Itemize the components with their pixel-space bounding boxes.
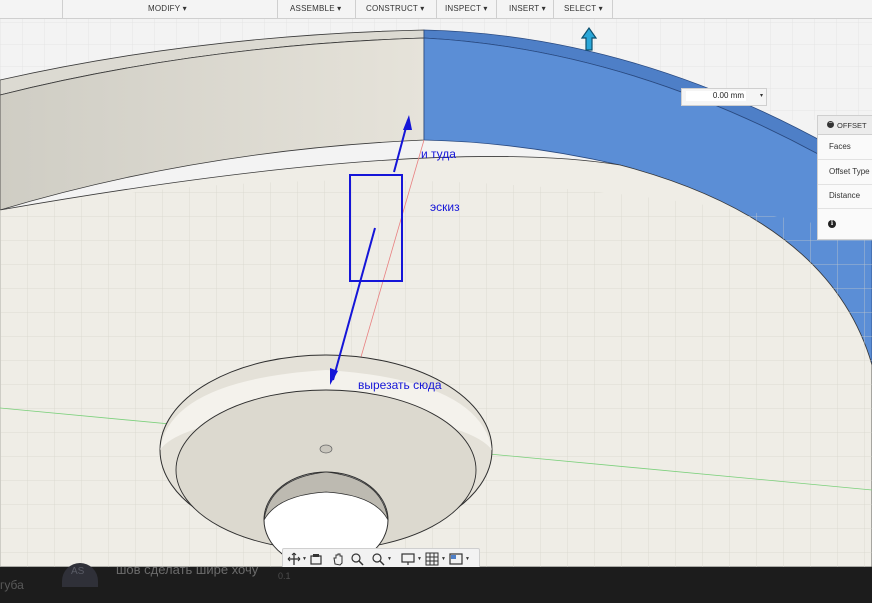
look-at-icon[interactable] <box>309 552 323 566</box>
offset-dialog: − OFFSET Faces Offset Type Distance i <box>817 115 872 240</box>
offset-faces-label: Faces <box>829 142 851 151</box>
chat-count: 0.1 <box>278 571 291 581</box>
offset-row-distance[interactable]: Distance <box>818 184 872 209</box>
distance-input-box: 0.00 mm ▾ <box>681 88 767 106</box>
collapse-icon[interactable]: − <box>827 120 834 128</box>
annotation-there: и туда <box>421 147 456 161</box>
toolbar-separator <box>62 0 63 18</box>
menu-assemble[interactable]: ASSEMBLE ▾ <box>290 4 341 13</box>
origin-point-icon[interactable] <box>319 444 333 454</box>
chevron-down-icon[interactable]: ▼ <box>417 556 422 562</box>
fit-icon[interactable] <box>371 552 385 566</box>
offset-distance-label: Distance <box>829 191 861 200</box>
annotation-cut-here: вырезать сюда <box>358 378 442 392</box>
toolbar-separator <box>612 0 613 18</box>
chevron-down-icon[interactable]: ▼ <box>465 556 470 562</box>
display-settings-icon[interactable] <box>401 552 415 566</box>
chevron-down-icon[interactable]: ▾ <box>760 92 763 99</box>
menu-inspect[interactable]: INSPECT ▾ <box>445 4 488 13</box>
grid-settings-icon[interactable] <box>425 552 439 566</box>
offset-dialog-title: OFFSET <box>837 121 867 130</box>
offset-row-faces[interactable]: Faces <box>818 135 872 160</box>
toolbar-separator <box>553 0 554 18</box>
offset-type-label: Offset Type <box>829 167 870 176</box>
offset-dialog-header[interactable]: − OFFSET <box>818 116 872 135</box>
chat-message: шов сделать шире хочу <box>116 562 259 577</box>
toolbar-separator <box>436 0 437 18</box>
menu-insert[interactable]: INSERT ▾ <box>509 4 546 13</box>
3d-viewport[interactable] <box>0 0 872 567</box>
chevron-down-icon[interactable]: ▼ <box>441 556 446 562</box>
viewports-icon[interactable] <box>449 552 463 566</box>
annotation-sketch: эскиз <box>430 200 460 214</box>
menu-select[interactable]: SELECT ▾ <box>564 4 603 13</box>
avatar-initials: AS <box>71 566 85 577</box>
chat-fragment: губа <box>0 578 24 592</box>
toolbar-separator <box>496 0 497 18</box>
chevron-down-icon[interactable]: ▼ <box>302 556 307 562</box>
chevron-down-icon[interactable]: ▼ <box>387 556 392 562</box>
toolbar-separator <box>355 0 356 18</box>
zoom-icon[interactable] <box>350 552 364 566</box>
distance-input[interactable]: 0.00 mm <box>686 91 746 101</box>
orbit-icon[interactable] <box>287 552 301 566</box>
offset-row-type[interactable]: Offset Type <box>818 160 872 185</box>
pan-icon[interactable] <box>331 552 345 566</box>
info-icon[interactable]: i <box>828 220 836 228</box>
toolbar-separator <box>277 0 278 18</box>
menu-construct[interactable]: CONSTRUCT ▾ <box>366 4 425 13</box>
model-canvas[interactable] <box>0 0 872 567</box>
top-toolbar: MODIFY ▾ ASSEMBLE ▾ CONSTRUCT ▾ INSPECT … <box>0 0 872 19</box>
menu-modify[interactable]: MODIFY ▾ <box>148 4 187 13</box>
